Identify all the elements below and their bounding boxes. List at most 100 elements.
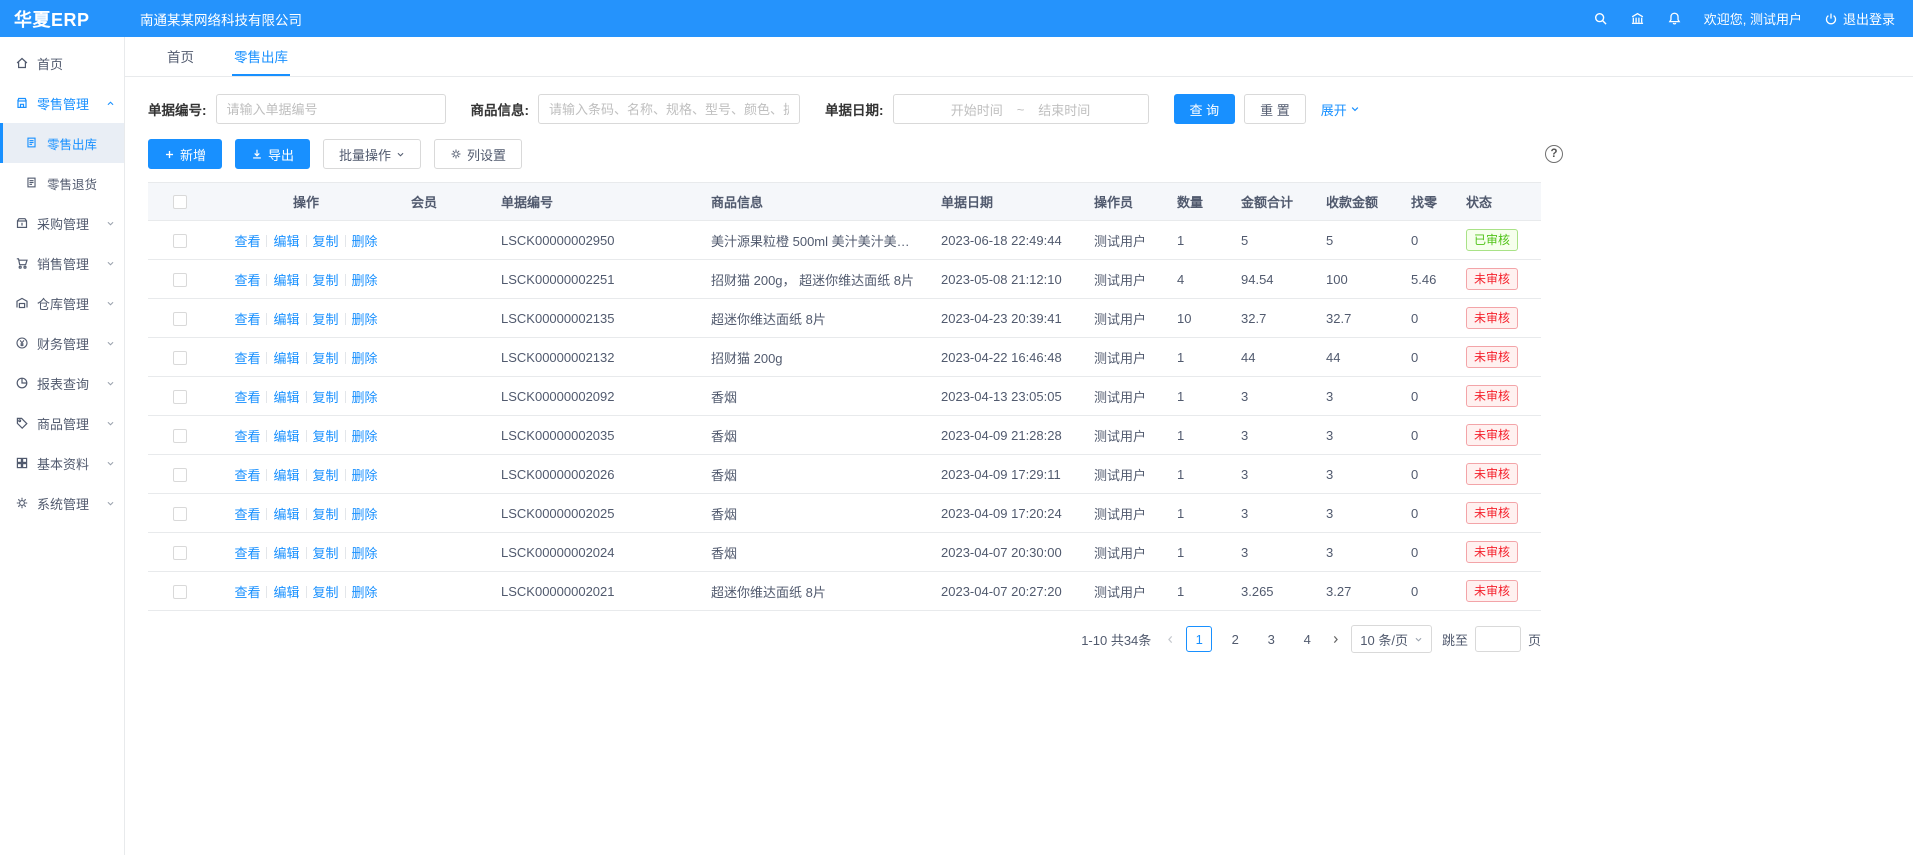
received-amount-cell: 3.27: [1316, 572, 1401, 611]
export-button[interactable]: 导出: [235, 139, 310, 169]
row-checkbox[interactable]: [173, 468, 187, 482]
tab-retail-outbound[interactable]: 零售出库: [232, 37, 290, 76]
delete-link[interactable]: 删除: [352, 312, 378, 327]
row-checkbox[interactable]: [173, 390, 187, 404]
delete-link[interactable]: 删除: [352, 351, 378, 366]
topbar: 华夏ERP 南通某某网络科技有限公司 欢迎您, 测试用户 退出登录: [0, 0, 1913, 37]
delete-link[interactable]: 删除: [352, 234, 378, 249]
logout-button[interactable]: 退出登录: [1824, 9, 1895, 28]
sidebar-item-retail-outbound[interactable]: 零售出库: [0, 123, 124, 163]
product-info-input[interactable]: [538, 94, 800, 124]
page-button-3[interactable]: 3: [1258, 626, 1284, 652]
bell-icon[interactable]: [1667, 11, 1682, 26]
row-checkbox[interactable]: [173, 312, 187, 326]
page-size-select[interactable]: 10 条/页: [1351, 625, 1432, 653]
copy-link[interactable]: 复制: [313, 468, 339, 483]
edit-link[interactable]: 编辑: [273, 273, 299, 288]
copy-link[interactable]: 复制: [313, 351, 339, 366]
edit-link[interactable]: 编辑: [273, 351, 299, 366]
copy-link[interactable]: 复制: [313, 507, 339, 522]
edit-link[interactable]: 编辑: [273, 468, 299, 483]
filter-bar: 单据编号: 商品信息: 单据日期: 开始时间 ~ 结束时间 查 询 重 置 展开: [148, 94, 1573, 124]
product-info-cell: 超迷你维达面纸 8片: [701, 299, 931, 338]
change-cell: 0: [1401, 572, 1456, 611]
sidebar-item-goods-management[interactable]: 商品管理: [0, 403, 124, 443]
help-icon[interactable]: ?: [1545, 145, 1563, 163]
row-checkbox[interactable]: [173, 351, 187, 365]
delete-link[interactable]: 删除: [352, 468, 378, 483]
row-checkbox[interactable]: [173, 507, 187, 521]
view-link[interactable]: 查看: [234, 351, 260, 366]
view-link[interactable]: 查看: [234, 390, 260, 405]
product-info-cell: 超迷你维达面纸 8片: [701, 572, 931, 611]
view-link[interactable]: 查看: [234, 585, 260, 600]
tab-home[interactable]: 首页: [165, 37, 196, 76]
page-button-1[interactable]: 1: [1186, 626, 1212, 652]
search-button[interactable]: 查 询: [1174, 94, 1236, 124]
view-link[interactable]: 查看: [234, 507, 260, 522]
batch-actions-button[interactable]: 批量操作: [323, 139, 421, 169]
copy-link[interactable]: 复制: [313, 234, 339, 249]
delete-link[interactable]: 删除: [352, 390, 378, 405]
search-icon[interactable]: [1593, 11, 1608, 26]
sidebar-item-warehouse-management[interactable]: 仓库管理: [0, 283, 124, 323]
delete-link[interactable]: 删除: [352, 507, 378, 522]
delete-link[interactable]: 删除: [352, 585, 378, 600]
sidebar-item-sales-management[interactable]: 销售管理: [0, 243, 124, 283]
delete-link[interactable]: 删除: [352, 429, 378, 444]
copy-link[interactable]: 复制: [313, 312, 339, 327]
edit-link[interactable]: 编辑: [273, 234, 299, 249]
view-link[interactable]: 查看: [234, 273, 260, 288]
edit-link[interactable]: 编辑: [273, 312, 299, 327]
sidebar-item-retail-management[interactable]: 零售管理: [0, 83, 124, 123]
bill-no-input[interactable]: [216, 94, 446, 124]
row-checkbox[interactable]: [173, 234, 187, 248]
table-row: 查看编辑复制删除 LSCK00000002132 招财猫 200g 2023-0…: [148, 338, 1541, 377]
expand-link[interactable]: 展开: [1321, 100, 1360, 119]
prev-page-icon[interactable]: [1165, 634, 1176, 645]
view-link[interactable]: 查看: [234, 546, 260, 561]
received-amount-cell: 3: [1316, 533, 1401, 572]
page-button-4[interactable]: 4: [1294, 626, 1320, 652]
copy-link[interactable]: 复制: [313, 585, 339, 600]
edit-link[interactable]: 编辑: [273, 507, 299, 522]
view-link[interactable]: 查看: [234, 234, 260, 249]
view-link[interactable]: 查看: [234, 468, 260, 483]
sidebar-item-retail-return[interactable]: 零售退货: [0, 163, 124, 203]
sidebar-item-basic-data[interactable]: 基本资料: [0, 443, 124, 483]
building-icon[interactable]: [1630, 11, 1645, 26]
column-settings-button[interactable]: 列设置: [434, 139, 522, 169]
row-checkbox[interactable]: [173, 546, 187, 560]
total-amount-cell: 3: [1231, 455, 1316, 494]
row-checkbox[interactable]: [173, 585, 187, 599]
delete-link[interactable]: 删除: [352, 546, 378, 561]
date-end-placeholder: 结束时间: [1038, 100, 1090, 119]
edit-link[interactable]: 编辑: [273, 546, 299, 561]
date-range-picker[interactable]: 开始时间 ~ 结束时间: [893, 94, 1149, 124]
view-link[interactable]: 查看: [234, 429, 260, 444]
row-checkbox[interactable]: [173, 429, 187, 443]
delete-link[interactable]: 删除: [352, 273, 378, 288]
row-checkbox[interactable]: [173, 273, 187, 287]
jump-page-input[interactable]: [1475, 626, 1521, 652]
page-button-2[interactable]: 2: [1222, 626, 1248, 652]
copy-link[interactable]: 复制: [313, 273, 339, 288]
sidebar-item-report-query[interactable]: 报表查询: [0, 363, 124, 403]
select-all-checkbox[interactable]: [173, 195, 187, 209]
copy-link[interactable]: 复制: [313, 390, 339, 405]
edit-link[interactable]: 编辑: [273, 585, 299, 600]
edit-link[interactable]: 编辑: [273, 390, 299, 405]
copy-link[interactable]: 复制: [313, 429, 339, 444]
sidebar-item-home[interactable]: 首页: [0, 43, 124, 83]
sidebar-item-purchase-management[interactable]: 采购管理: [0, 203, 124, 243]
next-page-icon[interactable]: [1330, 634, 1341, 645]
table-row: 查看编辑复制删除 LSCK00000002092 香烟 2023-04-13 2…: [148, 377, 1541, 416]
reset-button[interactable]: 重 置: [1244, 94, 1306, 124]
copy-link[interactable]: 复制: [313, 546, 339, 561]
sidebar-item-system-management[interactable]: 系统管理: [0, 483, 124, 523]
edit-link[interactable]: 编辑: [273, 429, 299, 444]
view-link[interactable]: 查看: [234, 312, 260, 327]
sidebar-item-finance-management[interactable]: 财务管理: [0, 323, 124, 363]
add-button[interactable]: 新增: [148, 139, 222, 169]
status-cell: 未审核: [1456, 299, 1541, 338]
